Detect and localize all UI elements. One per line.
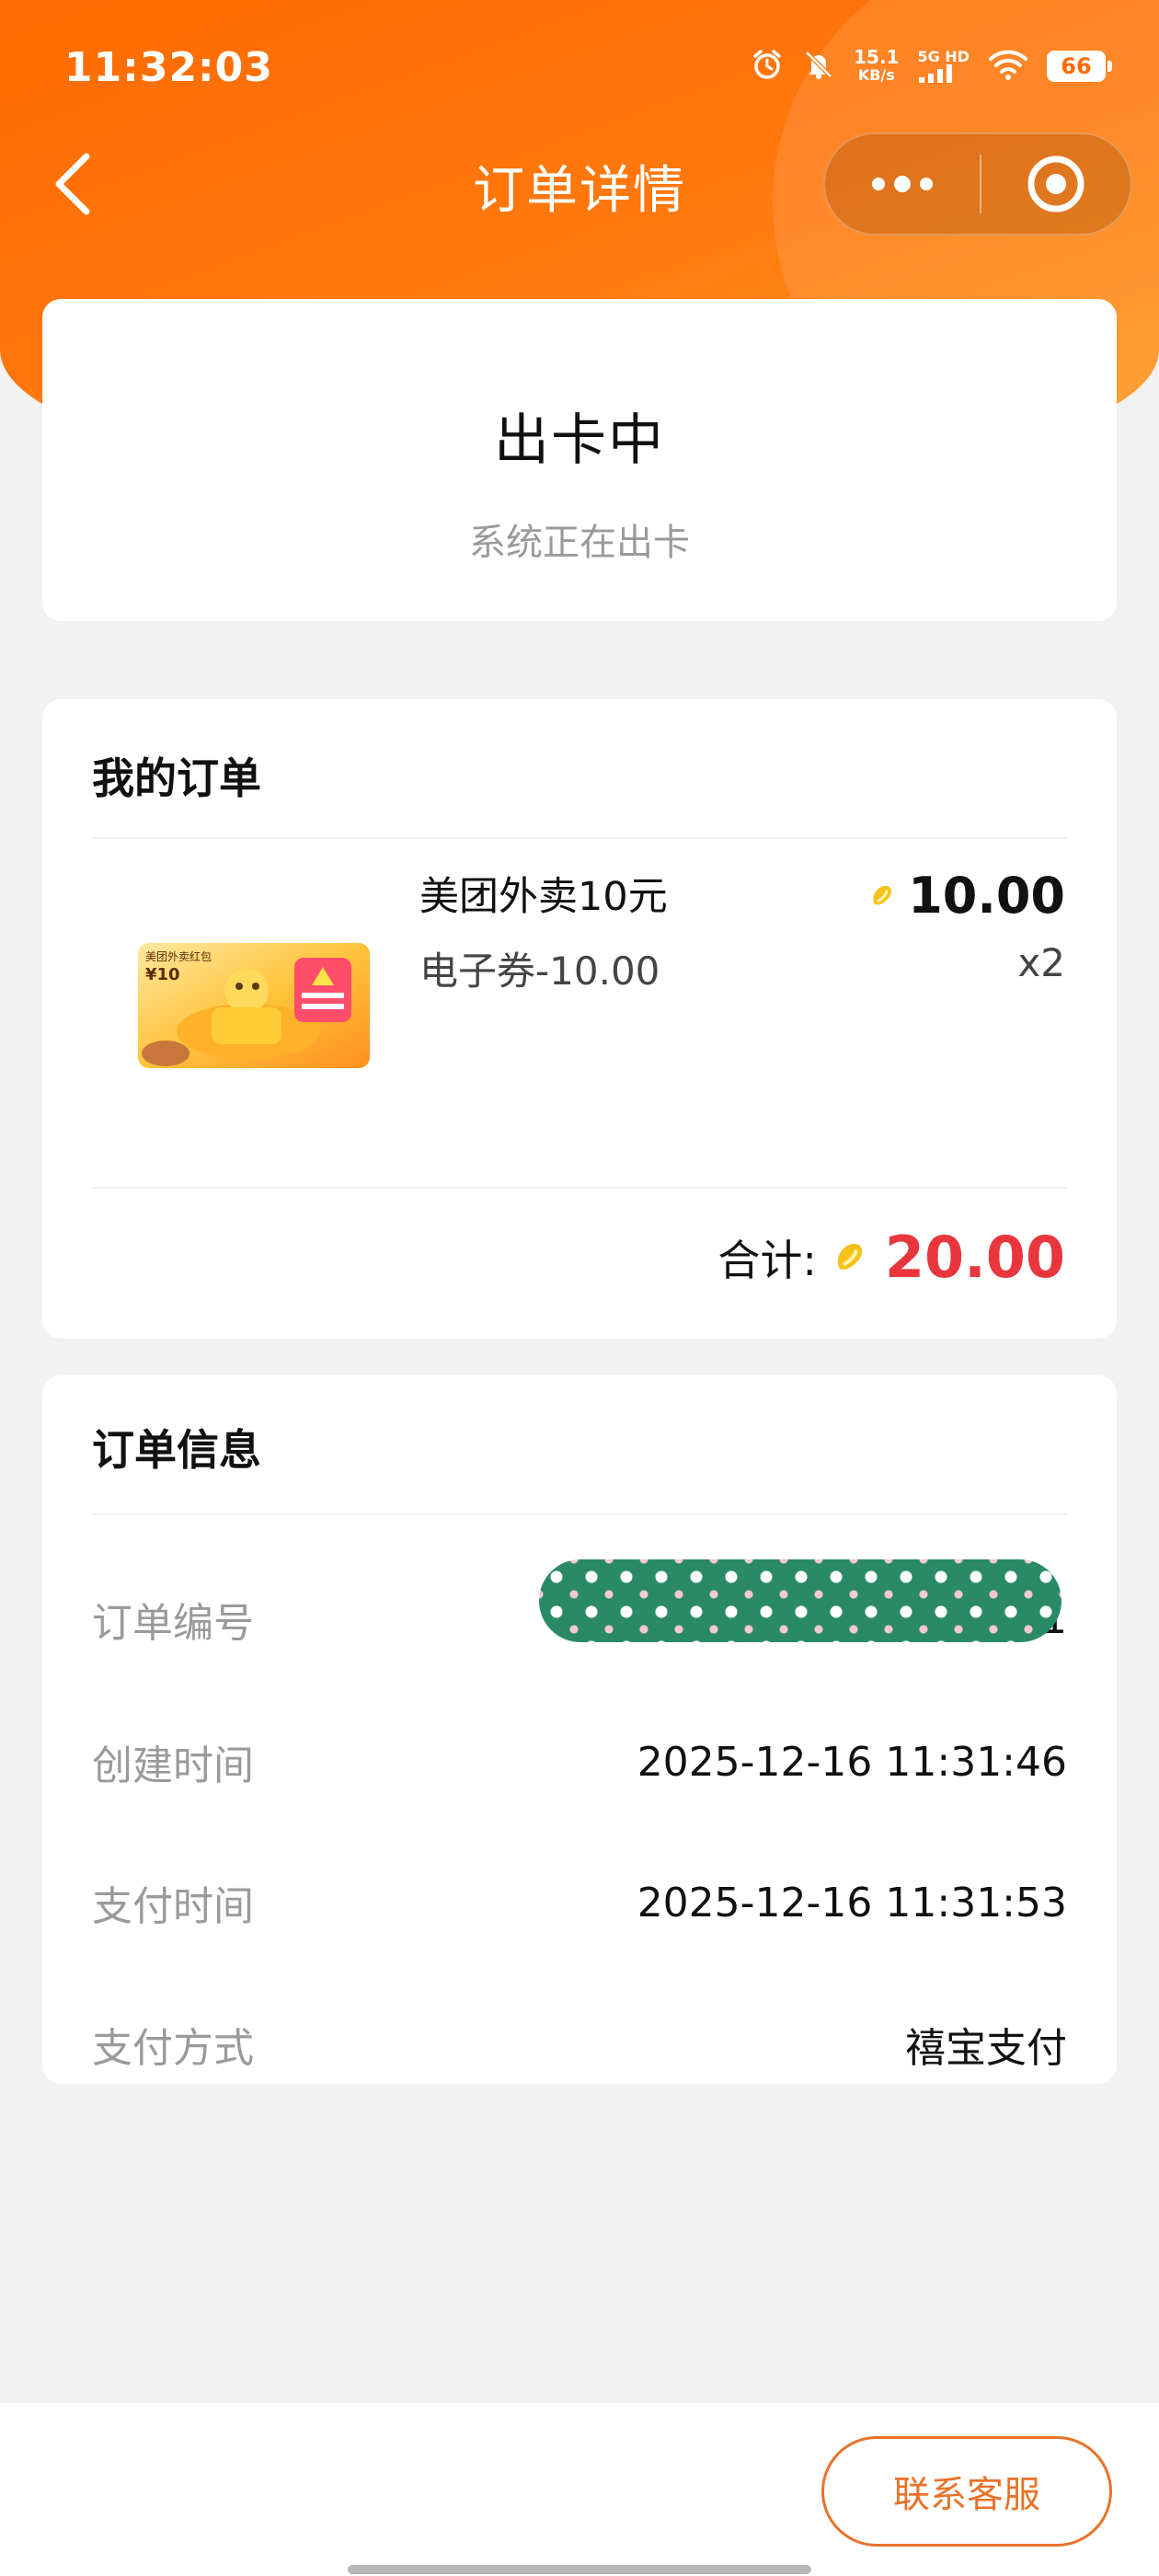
order-status-card: 出卡中 系统正在出卡 [42,299,1117,621]
product-spec: 电子券-10.00 [419,949,660,994]
paid-time-label: 支付时间 [92,1883,254,1930]
product-thumbnail[interactable]: 美团外卖红包 ¥10 [138,943,370,1068]
home-indicator[interactable] [348,2565,811,2574]
order-status-description: 系统正在出卡 [469,522,690,564]
more-button[interactable] [825,134,980,234]
payment-method-label: 支付方式 [92,2025,254,2072]
info-row-payment-method: 支付方式 禧宝支付 [92,2012,1067,2076]
nav-bar: 订单详情 [0,129,1159,239]
redaction-mask [539,1559,1061,1642]
created-time-value: 2025-12-16 11:31:46 [637,1738,1067,1786]
my-order-title: 我的订单 [92,753,261,803]
divider [92,1187,1067,1189]
order-status-title: 出卡中 [494,408,665,473]
my-order-card: 我的订单 美团外卖红包 ¥10 美团外卖10元 电子券-10.00 10.00 … [42,699,1117,1339]
product-price: 10.00 [867,867,1065,925]
order-info-title: 订单信息 [92,1425,261,1475]
close-miniapp-button[interactable] [981,134,1130,234]
net-speed: 15.1 KB/s [854,46,900,84]
alarm-icon [751,48,784,85]
status-bar: 11:32:03 15.1 KB/s 5G HD 66 [0,0,1159,138]
info-row-created-time: 创建时间 2025-12-16 11:31:46 [92,1730,1067,1794]
product-price-value: 10.00 [908,867,1065,925]
product-thumb-amount: ¥10 [145,965,180,984]
paid-time-value: 2025-12-16 11:31:53 [637,1879,1067,1926]
wifi-icon [988,48,1028,85]
product-name[interactable]: 美团外卖10元 [419,865,668,922]
target-close-icon [1027,155,1084,213]
order-total: 合计: 20.00 [717,1224,1065,1291]
total-value: 20.00 [884,1224,1065,1291]
order-number-label: 订单编号 [92,1600,254,1647]
created-time-label: 创建时间 [92,1742,254,1789]
total-label: 合计: [717,1235,817,1285]
divider [92,837,1067,839]
more-dots-icon [872,176,933,192]
mute-bell-icon [802,48,835,85]
cell-signal-icon: 5G HD [917,50,970,83]
contact-support-button[interactable]: 联系客服 [821,2436,1112,2547]
coin-icon [873,885,892,904]
bottom-action-bar: 联系客服 [0,2403,1159,2576]
status-time: 11:32:03 [64,44,273,91]
payment-method-value: 禧宝支付 [905,2025,1067,2072]
info-row-paid-time: 支付时间 2025-12-16 11:31:53 [92,1870,1067,1935]
order-info-card: 订单信息 订单编号 1 创建时间 2025-12-16 11:31:46 支付时… [42,1375,1117,2084]
coin-icon [837,1243,863,1270]
product-quantity: x2 [1017,940,1065,985]
battery-indicator: 66 [1047,51,1112,82]
divider [92,1513,1067,1515]
miniapp-capsule [823,132,1132,236]
product-thumb-label: 美团外卖红包 [145,950,212,963]
status-icons: 15.1 KB/s 5G HD 66 [751,46,1112,85]
